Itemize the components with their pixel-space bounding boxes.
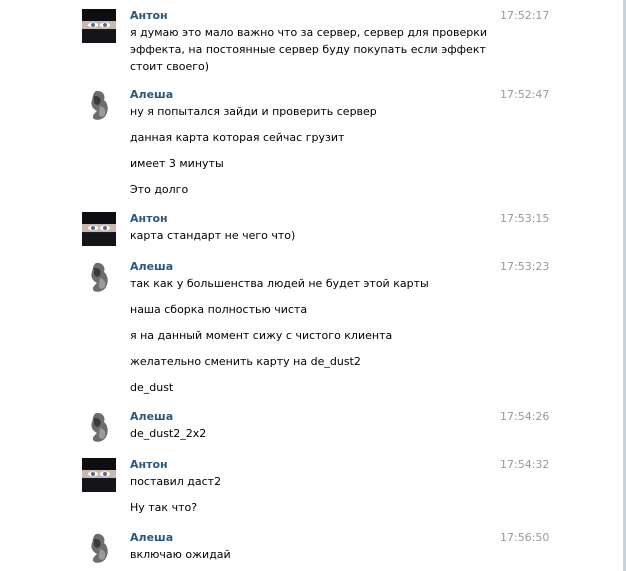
message-item: Антон 17:53:15 карта стандарт не чего чт… (0, 212, 560, 248)
message-author[interactable]: Антон (130, 212, 168, 226)
message-author[interactable]: Антон (130, 458, 168, 472)
message-text: я на данный момент сижу с чистого клиент… (130, 329, 393, 342)
message-time: 17:54:26 (500, 410, 550, 423)
message-text: ну я попытался зайди и проверить сервер (130, 105, 377, 118)
message-text: имеет 3 минуты (130, 157, 224, 170)
message-author[interactable]: Алеша (130, 410, 173, 424)
message-item: Алеша 17:53:23 так как у большенства люд… (0, 260, 560, 396)
message-time: 17:52:47 (500, 88, 550, 101)
message-time: 17:52:17 (500, 9, 550, 22)
message-text: карта стандарт не чего что) (130, 229, 296, 242)
alesha-avatar[interactable] (82, 88, 116, 122)
message-time: 17:53:23 (500, 260, 550, 273)
alesha-avatar[interactable] (82, 260, 116, 294)
message-text: Это долго (130, 183, 189, 196)
message-text: включаю ожидай (130, 548, 231, 561)
message-item: Антон 17:54:32 поставил даст2 Ну так что… (0, 458, 560, 518)
message-text: я думаю это мало важно что за сервер, се… (130, 26, 487, 73)
message-author[interactable]: Антон (130, 9, 168, 23)
message-time: 17:53:15 (500, 212, 550, 225)
message-text: Ну так что? (130, 501, 198, 514)
message-time: 17:54:32 (500, 458, 550, 471)
message-text: поставил даст2 (130, 475, 222, 488)
message-author[interactable]: Алеша (130, 260, 173, 274)
message-author[interactable]: Алеша (130, 531, 173, 545)
message-text: так как у большенства людей не будет это… (130, 277, 429, 290)
anton-avatar[interactable] (82, 458, 116, 492)
alesha-avatar[interactable] (82, 531, 116, 565)
chat-history: Антон 17:52:17 я думаю это мало важно чт… (0, 0, 626, 571)
message-text: данная карта которая сейчас грузит (130, 131, 345, 144)
message-item: Алеша 17:52:47 ну я попытался зайди и пр… (0, 88, 560, 198)
message-author[interactable]: Алеша (130, 88, 173, 102)
message-text: желательно сменить карту на de_dust2 (130, 355, 361, 368)
message-time: 17:56:50 (500, 531, 550, 544)
message-text: de_dust (130, 381, 174, 394)
message-item: Алеша 17:54:26 de_dust2_2x2 (0, 410, 560, 446)
alesha-avatar[interactable] (82, 410, 116, 444)
message-text: de_dust2_2x2 (130, 427, 207, 440)
message-item: Антон 17:52:17 я думаю это мало важно чт… (0, 9, 560, 79)
anton-avatar[interactable] (82, 212, 116, 246)
anton-avatar[interactable] (82, 9, 116, 43)
message-text: наша сборка полностью чиста (130, 303, 308, 316)
message-item: Алеша 17:56:50 включаю ожидай (0, 531, 560, 567)
